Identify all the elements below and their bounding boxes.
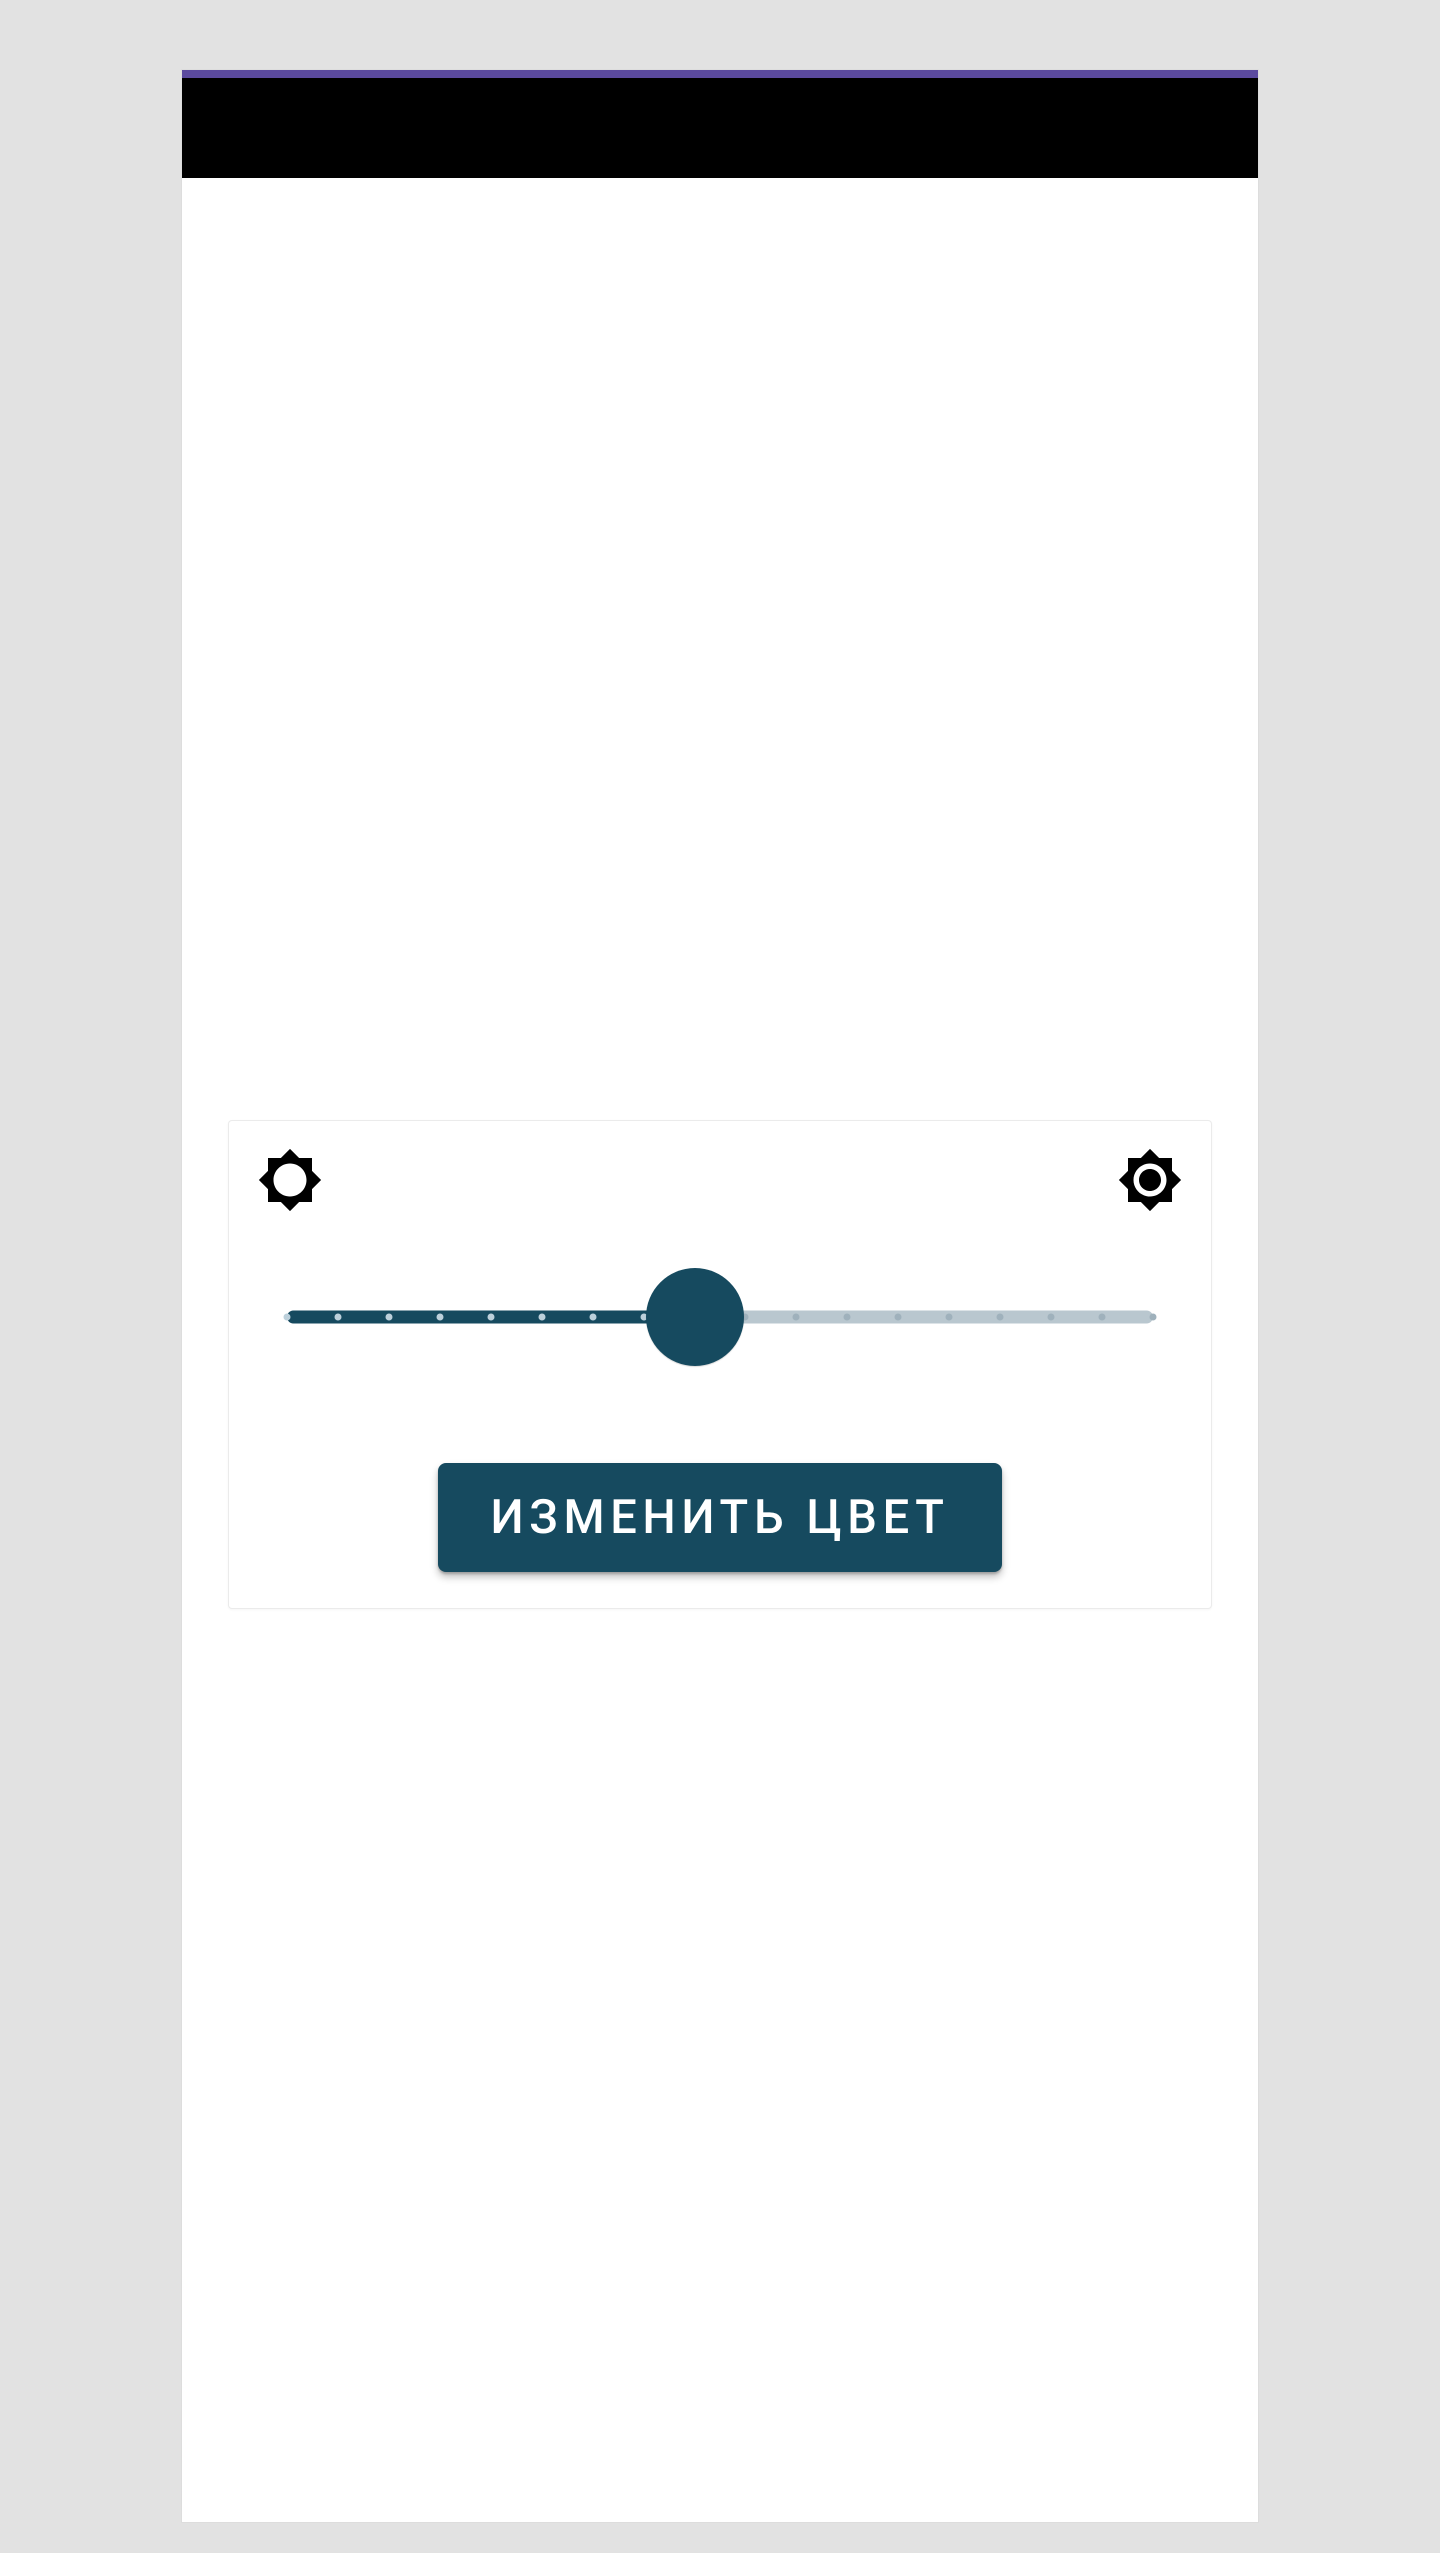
- slider-tick: [946, 1314, 953, 1321]
- change-color-button[interactable]: ИЗМЕНИТЬ ЦВЕТ: [438, 1463, 1001, 1572]
- brightness-slider[interactable]: [287, 1289, 1153, 1345]
- brightness-high-icon: [1117, 1147, 1183, 1213]
- slider-tick: [436, 1314, 443, 1321]
- button-row: ИЗМЕНИТЬ ЦВЕТ: [257, 1463, 1183, 1572]
- brightness-slider-wrap: [257, 1289, 1183, 1345]
- content-area: ИЗМЕНИТЬ ЦВЕТ: [182, 178, 1258, 2522]
- brightness-low-icon: [257, 1147, 323, 1213]
- slider-tick: [793, 1314, 800, 1321]
- brightness-card: ИЗМЕНИТЬ ЦВЕТ: [228, 1120, 1212, 1609]
- slider-tick: [1048, 1314, 1055, 1321]
- slider-tick: [334, 1314, 341, 1321]
- slider-thumb[interactable]: [646, 1268, 744, 1366]
- slider-tick: [844, 1314, 851, 1321]
- slider-tick: [487, 1314, 494, 1321]
- slider-tick: [284, 1314, 291, 1321]
- status-bar-strip: [182, 70, 1258, 78]
- slider-tick: [1150, 1314, 1157, 1321]
- slider-tick: [997, 1314, 1004, 1321]
- slider-tick: [1099, 1314, 1106, 1321]
- page-background: ИЗМЕНИТЬ ЦВЕТ: [0, 0, 1440, 2553]
- slider-tick: [895, 1314, 902, 1321]
- slider-tick: [589, 1314, 596, 1321]
- slider-tick: [538, 1314, 545, 1321]
- device-frame: ИЗМЕНИТЬ ЦВЕТ: [182, 70, 1258, 2522]
- icon-row: [257, 1143, 1183, 1213]
- slider-tick: [385, 1314, 392, 1321]
- app-bar: [182, 78, 1258, 178]
